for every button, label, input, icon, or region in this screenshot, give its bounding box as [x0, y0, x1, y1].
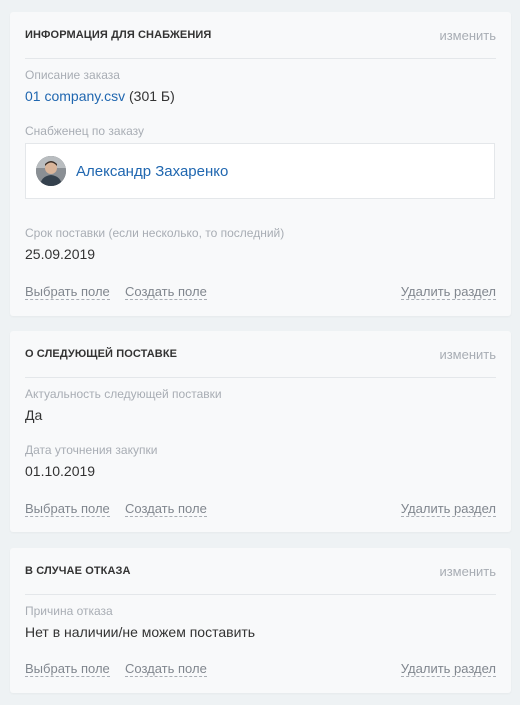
delete-section-button[interactable]: Удалить раздел [400, 284, 496, 300]
section-title: ИНФОРМАЦИЯ ДЛЯ СНАБЖЕНИЯ [25, 29, 212, 41]
section-header: В СЛУЧАЕ ОТКАЗА изменить [25, 548, 496, 595]
edit-section-button[interactable]: изменить [439, 347, 496, 362]
section-header: О СЛЕДУЮЩЕЙ ПОСТАВКЕ изменить [25, 331, 496, 378]
create-field-button[interactable]: Создать поле [125, 284, 207, 300]
user-card: Александр Захаренко [25, 143, 495, 199]
select-field-button[interactable]: Выбрать поле [25, 501, 110, 517]
field-label-order-description: Описание заказа [25, 68, 120, 82]
create-field-button[interactable]: Создать поле [125, 501, 207, 517]
field-label-refusal-reason: Причина отказа [25, 604, 113, 618]
field-label-next-delivery-relevance: Актуальность следующей поставки [25, 387, 222, 401]
user-avatar-icon [36, 156, 66, 186]
avatar[interactable] [36, 156, 66, 186]
field-value-purchase-clarification-date: 01.10.2019 [25, 463, 96, 479]
section-title: О СЛЕДУЮЩЕЙ ПОСТАВКЕ [25, 348, 178, 360]
field-label-purchase-clarification-date: Дата уточнения закупки [25, 443, 158, 457]
section-header: ИНФОРМАЦИЯ ДЛЯ СНАБЖЕНИЯ изменить [25, 12, 496, 59]
field-value-next-delivery-relevance: Да [25, 407, 43, 423]
section-refusal: В СЛУЧАЕ ОТКАЗА изменить Причина отказа … [10, 548, 511, 693]
select-field-button[interactable]: Выбрать поле [25, 661, 110, 677]
file-size: (301 Б) [129, 88, 175, 104]
edit-section-button[interactable]: изменить [439, 28, 496, 43]
delete-section-button[interactable]: Удалить раздел [400, 501, 496, 517]
edit-section-button[interactable]: изменить [439, 564, 496, 579]
file-link[interactable]: 01 company.csv [25, 88, 125, 104]
field-label-delivery-date: Срок поставки (если несколько, то послед… [25, 226, 285, 240]
select-field-button[interactable]: Выбрать поле [25, 284, 110, 300]
delete-section-button[interactable]: Удалить раздел [400, 661, 496, 677]
field-value-delivery-date: 25.09.2019 [25, 246, 96, 262]
create-field-button[interactable]: Создать поле [125, 661, 207, 677]
field-value-refusal-reason: Нет в наличии/не можем поставить [25, 624, 256, 640]
section-title: В СЛУЧАЕ ОТКАЗА [25, 565, 131, 577]
field-label-supplier: Снабженец по заказу [25, 124, 145, 138]
supplier-user-link[interactable]: Александр Захаренко [76, 163, 228, 180]
field-value-order-file: 01 company.csv (301 Б) [25, 88, 175, 104]
section-supply-info: ИНФОРМАЦИЯ ДЛЯ СНАБЖЕНИЯ изменить Описан… [10, 12, 511, 316]
section-next-delivery: О СЛЕДУЮЩЕЙ ПОСТАВКЕ изменить Актуальнос… [10, 331, 511, 532]
